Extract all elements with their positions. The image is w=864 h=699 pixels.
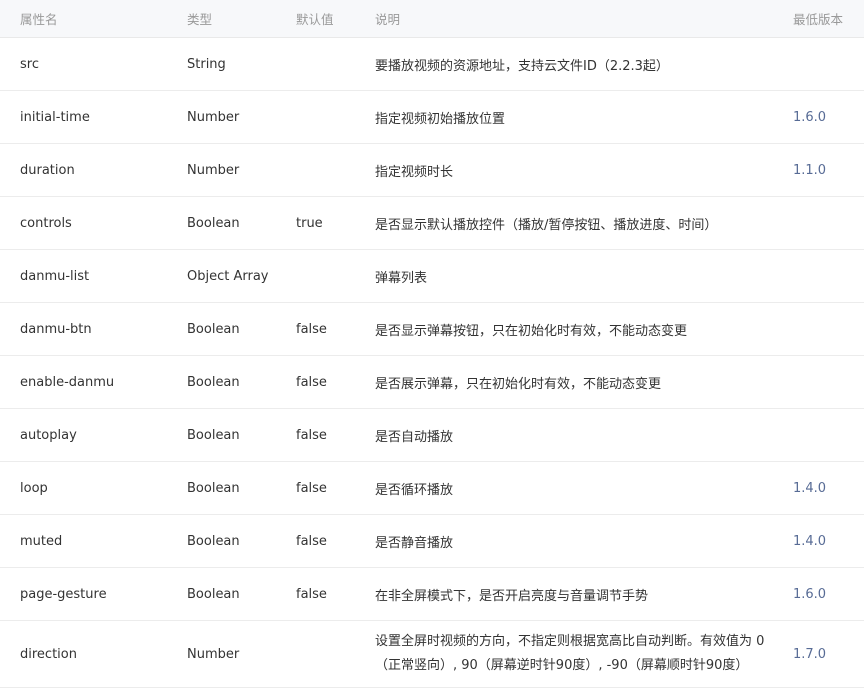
table-row: autoplay Boolean false 是否自动播放 bbox=[0, 409, 864, 462]
attr-type: Boolean bbox=[187, 374, 240, 390]
attr-name: danmu-btn bbox=[20, 321, 92, 337]
table-row: enable-danmu Boolean false 是否展示弹幕，只在初始化时… bbox=[0, 356, 864, 409]
header-version: 最低版本 bbox=[793, 12, 844, 27]
attributes-table: 属性名 类型 默认值 说明 最低版本 src String 要播放视频的资源地址… bbox=[0, 0, 864, 688]
header-description: 说明 bbox=[375, 12, 401, 27]
attr-type: Number bbox=[187, 646, 240, 662]
header-type: 类型 bbox=[187, 12, 213, 27]
attr-name: muted bbox=[20, 533, 63, 549]
attr-name: duration bbox=[20, 162, 75, 178]
attr-version: 1.4.0 bbox=[773, 534, 864, 549]
attr-name: initial-time bbox=[20, 109, 90, 125]
table-header: 属性名 类型 默认值 说明 最低版本 bbox=[0, 0, 864, 38]
attr-description: 指定视频初始播放位置 bbox=[375, 111, 506, 127]
attr-description: 指定视频时长 bbox=[375, 164, 454, 180]
attr-description: 是否显示弹幕按钮，只在初始化时有效，不能动态变更 bbox=[375, 323, 688, 339]
attr-type: Boolean bbox=[187, 321, 240, 337]
attr-name: enable-danmu bbox=[20, 374, 115, 390]
attr-name: loop bbox=[20, 480, 48, 496]
attr-default: false bbox=[296, 480, 327, 496]
attr-description: 是否自动播放 bbox=[375, 429, 454, 445]
attr-description: 设置全屏时视频的方向，不指定则根据宽高比自动判断。有效值为 0（正常竖向）, 9… bbox=[375, 634, 765, 673]
table-row: danmu-list Object Array 弹幕列表 bbox=[0, 250, 864, 303]
table-row: loop Boolean false 是否循环播放 1.4.0 bbox=[0, 462, 864, 515]
attr-default: false bbox=[296, 427, 327, 443]
header-name: 属性名 bbox=[20, 12, 58, 27]
attr-name: controls bbox=[20, 215, 72, 231]
attr-name: src bbox=[20, 56, 39, 72]
attr-type: String bbox=[187, 56, 226, 72]
table-row: danmu-btn Boolean false 是否显示弹幕按钮，只在初始化时有… bbox=[0, 303, 864, 356]
version-link[interactable]: 1.7.0 bbox=[793, 647, 826, 662]
attr-version: 1.1.0 bbox=[773, 163, 864, 178]
table-row: page-gesture Boolean false 在非全屏模式下，是否开启亮… bbox=[0, 568, 864, 621]
table-row: duration Number 指定视频时长 1.1.0 bbox=[0, 144, 864, 197]
attr-description: 要播放视频的资源地址，支持云文件ID（2.2.3起） bbox=[375, 58, 669, 74]
attr-type: Number bbox=[187, 162, 240, 178]
attr-default: false bbox=[296, 586, 327, 602]
attr-version: 1.6.0 bbox=[773, 587, 864, 602]
attr-description: 在非全屏模式下，是否开启亮度与音量调节手势 bbox=[375, 588, 649, 604]
attr-type: Boolean bbox=[187, 480, 240, 496]
attr-type: Object Array bbox=[187, 268, 269, 284]
version-link[interactable]: 1.4.0 bbox=[793, 534, 826, 549]
attr-type: Boolean bbox=[187, 586, 240, 602]
attr-type: Boolean bbox=[187, 427, 240, 443]
attr-description: 是否循环播放 bbox=[375, 482, 454, 498]
attr-version: 1.7.0 bbox=[773, 647, 864, 662]
attr-default: false bbox=[296, 321, 327, 337]
version-link[interactable]: 1.1.0 bbox=[793, 163, 826, 178]
table-row: src String 要播放视频的资源地址，支持云文件ID（2.2.3起） bbox=[0, 38, 864, 91]
attr-version: 1.6.0 bbox=[773, 110, 864, 125]
attr-description: 是否静音播放 bbox=[375, 535, 454, 551]
attr-default: false bbox=[296, 533, 327, 549]
table-row: controls Boolean true 是否显示默认播放控件（播放/暂停按钮… bbox=[0, 197, 864, 250]
attr-type: Boolean bbox=[187, 215, 240, 231]
header-default: 默认值 bbox=[296, 12, 334, 27]
attr-version: 1.4.0 bbox=[773, 481, 864, 496]
version-link[interactable]: 1.4.0 bbox=[793, 481, 826, 496]
attr-name: danmu-list bbox=[20, 268, 90, 284]
version-link[interactable]: 1.6.0 bbox=[793, 110, 826, 125]
attr-description: 是否展示弹幕，只在初始化时有效，不能动态变更 bbox=[375, 376, 662, 392]
attr-type: Number bbox=[187, 109, 240, 125]
attr-type: Boolean bbox=[187, 533, 240, 549]
attr-name: direction bbox=[20, 646, 77, 662]
attr-description: 是否显示默认播放控件（播放/暂停按钮、播放进度、时间） bbox=[375, 217, 718, 233]
table-row: direction Number 设置全屏时视频的方向，不指定则根据宽高比自动判… bbox=[0, 621, 864, 688]
version-link[interactable]: 1.6.0 bbox=[793, 587, 826, 602]
table-row: muted Boolean false 是否静音播放 1.4.0 bbox=[0, 515, 864, 568]
table-row: initial-time Number 指定视频初始播放位置 1.6.0 bbox=[0, 91, 864, 144]
attr-default: true bbox=[296, 215, 323, 231]
attr-name: autoplay bbox=[20, 427, 77, 443]
attr-name: page-gesture bbox=[20, 586, 107, 602]
attr-description: 弹幕列表 bbox=[375, 270, 428, 286]
attr-default: false bbox=[296, 374, 327, 390]
